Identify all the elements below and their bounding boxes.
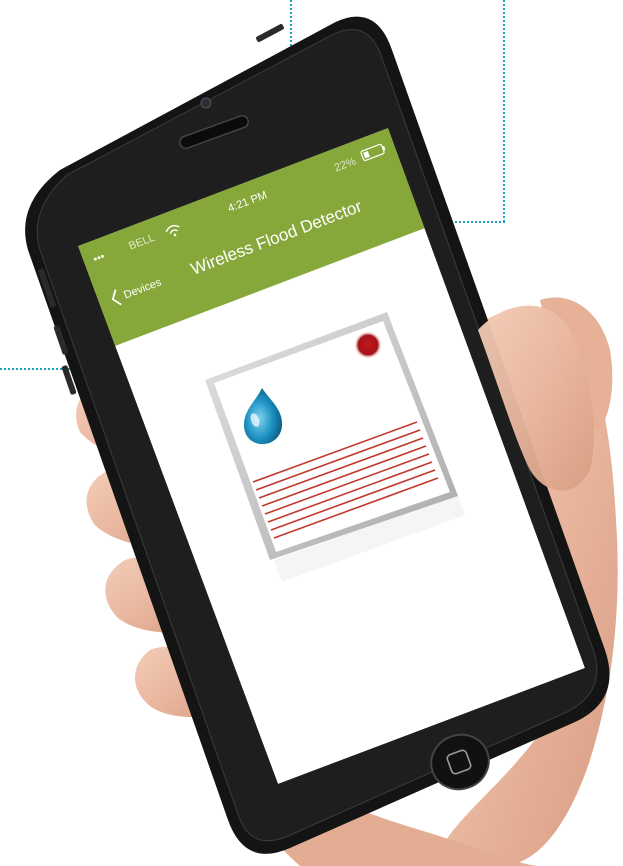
front-camera — [200, 97, 212, 109]
status-led-icon — [354, 331, 382, 359]
scene: ••• BELL 4:21 PM 22% Devices Wireless Fl… — [25, 16, 618, 866]
